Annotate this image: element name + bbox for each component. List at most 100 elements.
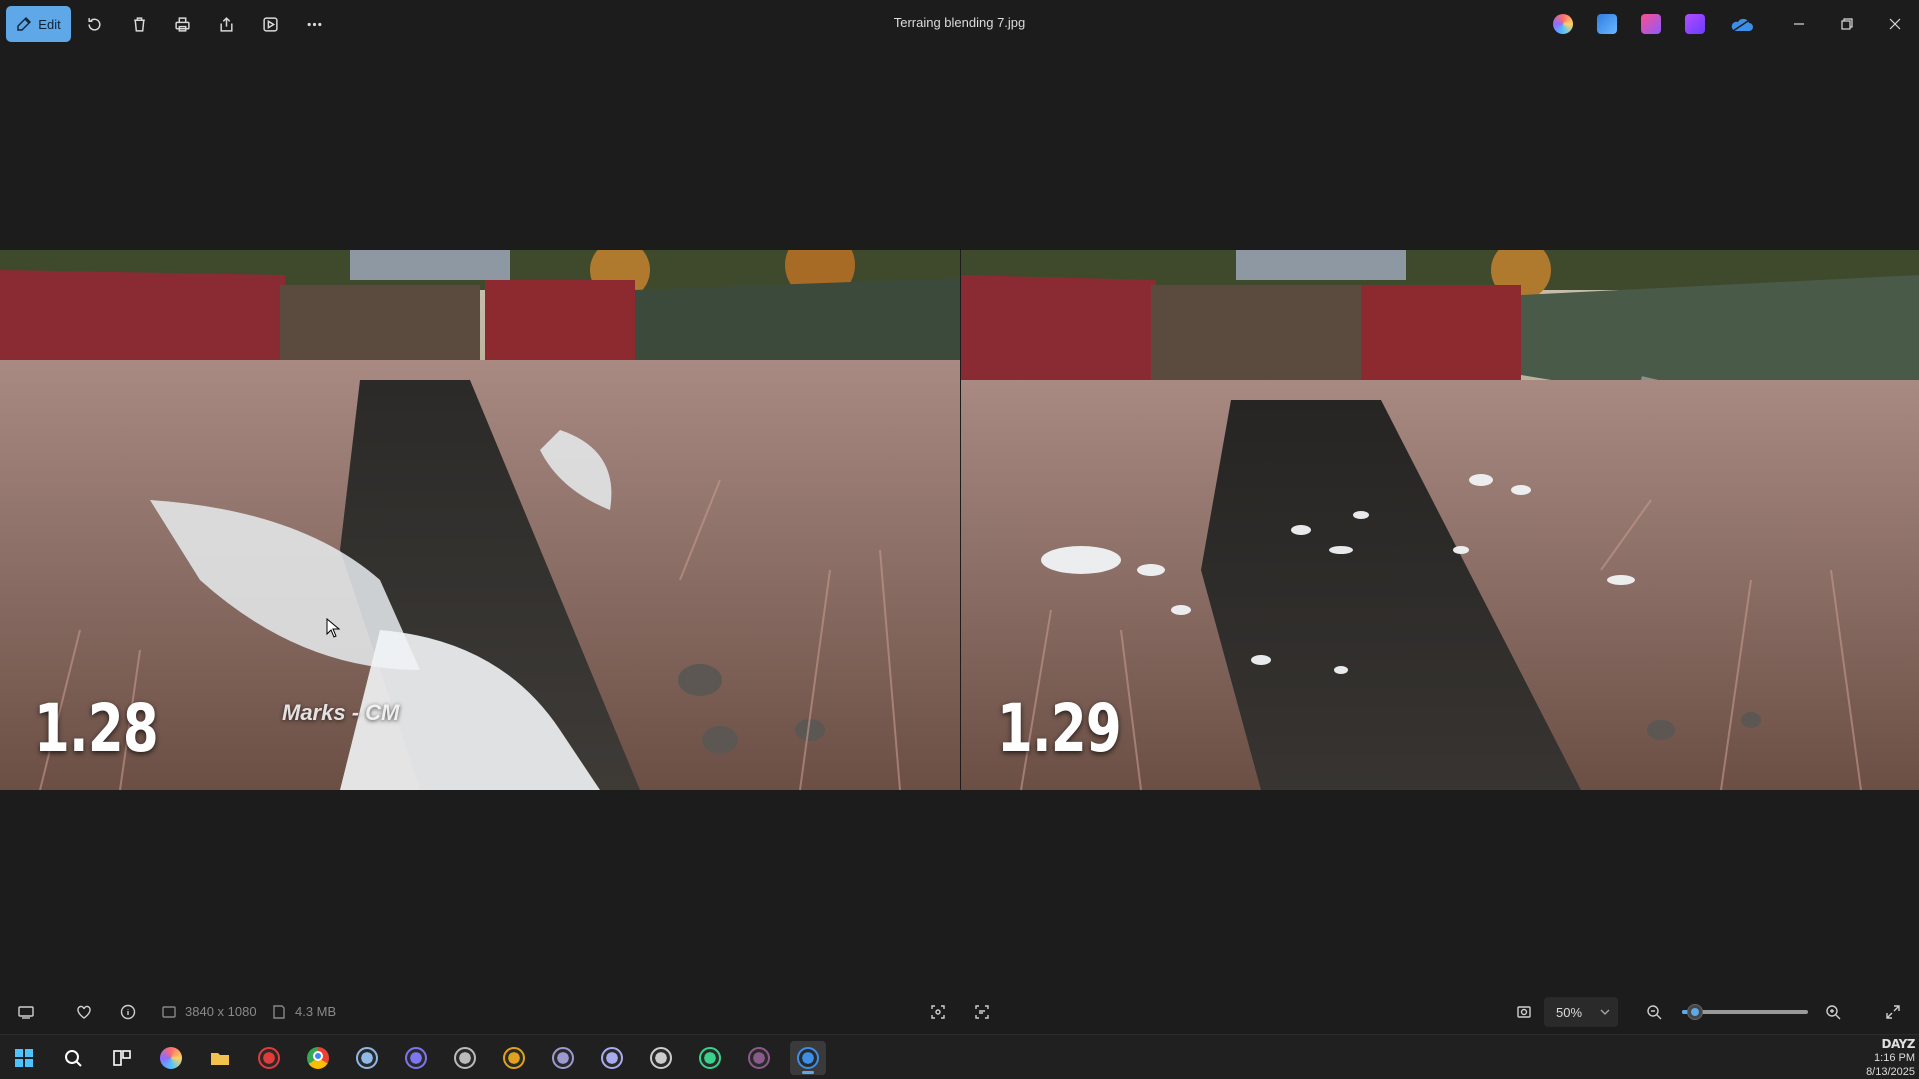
system-tray[interactable]: DAYZ 1:16 PM 8/13/2025 (1853, 1037, 1915, 1079)
scan-text-icon (975, 1005, 989, 1019)
slideshow-button[interactable] (258, 12, 282, 36)
more-button[interactable] (302, 12, 326, 36)
dimensions-icon (158, 1001, 180, 1023)
green-app-icon (699, 1047, 721, 1069)
play-app-icon (601, 1047, 623, 1069)
taskbar-app-game[interactable] (741, 1041, 777, 1075)
favorite-button[interactable] (73, 1001, 95, 1023)
discord-icon (405, 1047, 427, 1069)
rotate-icon (87, 17, 101, 31)
right-screenshot: 1.29 (961, 250, 1919, 790)
left-screenshot: 1.28 Marks - CM (0, 250, 960, 790)
delete-button[interactable] (127, 12, 151, 36)
taskbar-app-red[interactable] (251, 1041, 287, 1075)
close-icon (1889, 18, 1901, 30)
taskbar-app-arrow[interactable] (643, 1041, 679, 1075)
print-button[interactable] (170, 12, 194, 36)
ai-select-button[interactable] (927, 1001, 949, 1023)
search-icon (62, 1047, 84, 1069)
status-bar: 3840 x 1080 4.3 MB 50% (0, 989, 1919, 1034)
image-dimensions: 3840 x 1080 (185, 1004, 257, 1019)
taskbar: DAYZ 1:16 PM 8/13/2025 (0, 1034, 1919, 1079)
chrome-icon (307, 1047, 329, 1069)
steam-icon (356, 1047, 378, 1069)
zoom-slider-thumb[interactable] (1686, 1004, 1703, 1020)
photos-icon (797, 1047, 819, 1069)
ai-select-icon (931, 1005, 945, 1019)
heart-icon (77, 1005, 91, 1019)
restore-button[interactable] (1835, 12, 1859, 36)
game-app-icon (748, 1047, 770, 1069)
zoom-dropdown[interactable]: 50% (1544, 997, 1618, 1027)
comparison-image: 1.28 Marks - CM 1.29 (0, 250, 1919, 790)
info-icon (120, 1004, 136, 1020)
version-label-right: 1.29 (997, 690, 1122, 767)
close-button[interactable] (1883, 12, 1907, 36)
taskbar-steam[interactable] (349, 1041, 385, 1075)
arrow-app-icon (650, 1047, 672, 1069)
taskbar-search[interactable] (55, 1041, 91, 1075)
actual-size-button[interactable] (1513, 1001, 1535, 1023)
taskbar-file-explorer[interactable] (202, 1041, 238, 1075)
zoom-slider[interactable] (1682, 1004, 1808, 1020)
mouse-cursor-icon (326, 618, 340, 638)
taskbar-discord[interactable] (398, 1041, 434, 1075)
title-bar: Edit Terraing blending 7.jpg (0, 0, 1919, 48)
taskbar-app-grid[interactable] (545, 1041, 581, 1075)
designer-icon[interactable] (1597, 14, 1617, 34)
zoom-value: 50% (1556, 1004, 1583, 1020)
zoom-in-icon (1826, 1005, 1841, 1020)
clock-time: 1:16 PM (1874, 1052, 1915, 1064)
onedrive-icon[interactable] (1729, 14, 1753, 34)
image-canvas[interactable]: 1.28 Marks - CM 1.29 (0, 48, 1919, 989)
clipchamp-icon[interactable] (1641, 14, 1661, 34)
filmstrip-icon (18, 1006, 34, 1019)
windows-icon (13, 1047, 35, 1069)
trash-icon (133, 16, 145, 32)
filmstrip-button[interactable] (15, 1001, 37, 1023)
circle-app-icon (454, 1047, 476, 1069)
file-size-icon (268, 1001, 290, 1023)
more-icon (307, 22, 321, 26)
taskbar-app-play[interactable] (594, 1041, 630, 1075)
task-view-icon (111, 1047, 133, 1069)
video-editor-icon[interactable] (1685, 14, 1705, 34)
camera-icon (258, 1047, 280, 1069)
copilot-icon[interactable] (1553, 14, 1573, 34)
file-size: 4.3 MB (295, 1004, 337, 1019)
folder-icon (209, 1047, 231, 1069)
chevron-down-icon (1600, 1009, 1610, 1015)
share-button[interactable] (214, 12, 238, 36)
share-icon (219, 16, 233, 32)
slack-icon (503, 1047, 525, 1069)
taskbar-task-view[interactable] (104, 1041, 140, 1075)
copilot-icon (160, 1047, 182, 1069)
edit-icon (17, 17, 32, 31)
expand-icon (1886, 1005, 1900, 1019)
edit-button[interactable]: Edit (6, 6, 71, 42)
zoom-out-button[interactable] (1643, 1001, 1665, 1023)
window-title: Terraing blending 7.jpg (893, 15, 1026, 30)
taskbar-slack[interactable] (496, 1041, 532, 1075)
taskbar-photos[interactable] (790, 1041, 826, 1075)
ocr-scan-button[interactable] (971, 1001, 993, 1023)
watermark-text: Marks - CM (282, 700, 400, 725)
rotate-button[interactable] (82, 12, 106, 36)
taskbar-copilot[interactable] (153, 1041, 189, 1075)
grid-app-icon (552, 1047, 574, 1069)
fullscreen-button[interactable] (1882, 1001, 1904, 1023)
taskbar-start[interactable] (6, 1041, 42, 1075)
restore-icon (1841, 18, 1853, 30)
zoom-in-button[interactable] (1822, 1001, 1844, 1023)
version-label-left: 1.28 (34, 690, 159, 767)
minimize-button[interactable] (1787, 12, 1811, 36)
taskbar-chrome[interactable] (300, 1041, 336, 1075)
fit-screen-icon (1517, 1006, 1531, 1018)
taskbar-app-circle[interactable] (447, 1041, 483, 1075)
tray-dayz-logo[interactable]: DAYZ (1853, 1037, 1916, 1051)
zoom-out-icon (1647, 1005, 1662, 1020)
taskbar-app-green[interactable] (692, 1041, 728, 1075)
clock-date: 8/13/2025 (1866, 1066, 1915, 1078)
printer-icon (174, 16, 190, 32)
file-info-button[interactable] (117, 1001, 139, 1023)
